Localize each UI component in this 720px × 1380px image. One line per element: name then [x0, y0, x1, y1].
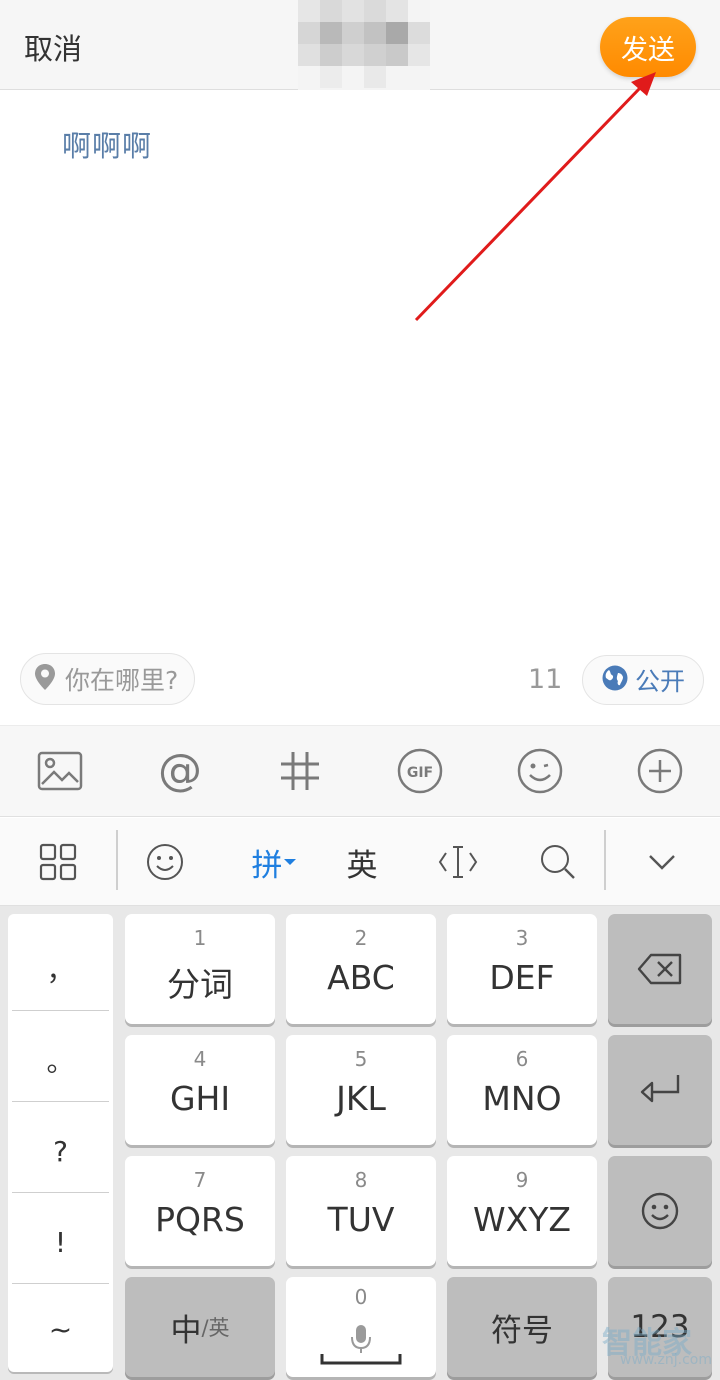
english-mode-button[interactable]: 英: [342, 840, 382, 884]
key-number: 9: [515, 1168, 529, 1192]
add-icon[interactable]: [635, 746, 685, 796]
punct-key[interactable]: !: [8, 1197, 113, 1287]
key-number: 4: [193, 1047, 207, 1071]
compose-text[interactable]: 啊啊啊: [62, 123, 152, 165]
pinyin-mode-button[interactable]: 拼: [244, 840, 304, 884]
compose-toolbar: @ GIF: [0, 725, 720, 817]
grid-menu-icon[interactable]: [38, 840, 78, 884]
ime-emoji-icon[interactable]: [145, 840, 185, 884]
smiley-icon: [641, 1192, 679, 1230]
search-icon[interactable]: [538, 840, 578, 884]
key-8[interactable]: 8 TUV: [286, 1156, 436, 1266]
microphone-icon: [351, 1325, 371, 1353]
key-label: JKL: [336, 1079, 386, 1118]
collapse-keyboard-icon[interactable]: [642, 840, 682, 884]
enter-icon: [640, 1075, 680, 1103]
key-label: TUV: [327, 1200, 395, 1239]
pinyin-label: 拼: [251, 847, 283, 884]
watermark-url: www.znj.com: [620, 1352, 712, 1368]
location-button[interactable]: 你在哪里?: [20, 653, 196, 705]
key-label: GHI: [169, 1079, 231, 1118]
key-label: WXYZ: [472, 1200, 571, 1239]
backspace-icon: [637, 953, 682, 985]
space-key[interactable]: 0: [286, 1277, 436, 1377]
punct-key[interactable]: ，: [8, 924, 113, 1014]
key-label: MNO: [482, 1079, 562, 1118]
symbol-key[interactable]: 符号: [447, 1277, 597, 1377]
top-bar: 取消 发送: [0, 0, 720, 90]
visibility-label: 公开: [634, 667, 685, 696]
key-1[interactable]: 1 分词: [125, 914, 275, 1024]
lang-sub-label: /英: [201, 1316, 230, 1340]
language-switch-key[interactable]: 中 /英: [125, 1277, 275, 1377]
emoji-key[interactable]: [608, 1156, 712, 1266]
punctuation-column[interactable]: ， 。 ? ! ~: [8, 914, 113, 1372]
emoji-icon[interactable]: [515, 746, 565, 796]
key-4[interactable]: 4 GHI: [125, 1035, 275, 1145]
backspace-key[interactable]: [608, 914, 712, 1024]
image-icon[interactable]: [35, 746, 85, 796]
space-bar-icon: [320, 1354, 402, 1365]
key-number: 7: [193, 1168, 207, 1192]
key-number: 1: [193, 926, 207, 950]
key-3[interactable]: 3 DEF: [447, 914, 597, 1024]
punct-key[interactable]: 。: [8, 1015, 113, 1105]
punct-key[interactable]: ~: [8, 1284, 113, 1374]
punct-key[interactable]: ?: [8, 1106, 113, 1196]
symbol-label: 符号: [491, 1312, 553, 1349]
cancel-button[interactable]: 取消: [24, 26, 82, 68]
key-label: ABC: [327, 958, 395, 997]
ime-divider: [604, 830, 606, 890]
key-7[interactable]: 7 PQRS: [125, 1156, 275, 1266]
english-label: 英: [346, 847, 378, 884]
key-number: 6: [515, 1047, 529, 1071]
ime-divider: [116, 830, 118, 890]
key-5[interactable]: 5 JKL: [286, 1035, 436, 1145]
enter-key[interactable]: [608, 1035, 712, 1145]
key-6[interactable]: 6 MNO: [447, 1035, 597, 1145]
svg-text:@: @: [158, 748, 202, 794]
key-label: DEF: [489, 958, 555, 997]
compose-area[interactable]: 啊啊啊: [0, 91, 720, 725]
location-placeholder: 你在哪里?: [65, 666, 179, 695]
key-number: 8: [354, 1168, 368, 1192]
key-label: PQRS: [155, 1200, 245, 1239]
nine-key-keyboard: ， 。 ? ! ~ 1 分词 2 ABC 3 DEF 4 GHI 5 JKL 6…: [0, 906, 720, 1380]
lang-main-label: 中: [170, 1312, 202, 1349]
cursor-move-icon[interactable]: [438, 840, 478, 884]
key-number: 3: [515, 926, 529, 950]
globe-icon: [601, 664, 629, 696]
send-button[interactable]: 发送: [600, 17, 696, 77]
key-9[interactable]: 9 WXYZ: [447, 1156, 597, 1266]
punct-divider: [12, 1192, 109, 1193]
punct-divider: [12, 1010, 109, 1011]
dropdown-caret-icon: [283, 859, 296, 865]
key-number: 5: [354, 1047, 368, 1071]
hashtag-icon[interactable]: [275, 746, 325, 796]
key-number: 2: [354, 926, 368, 950]
gif-icon[interactable]: GIF: [395, 746, 445, 796]
punct-divider: [12, 1101, 109, 1102]
ime-function-bar: 拼 英: [0, 818, 720, 906]
key-2[interactable]: 2 ABC: [286, 914, 436, 1024]
key-label: 分词: [167, 965, 233, 1004]
at-icon[interactable]: @: [155, 746, 205, 796]
char-count: 11: [528, 664, 563, 695]
visibility-button[interactable]: 公开: [582, 655, 704, 705]
svg-text:GIF: GIF: [407, 765, 433, 781]
location-pin-icon: [33, 663, 57, 695]
pixelated-title: [298, 0, 430, 90]
